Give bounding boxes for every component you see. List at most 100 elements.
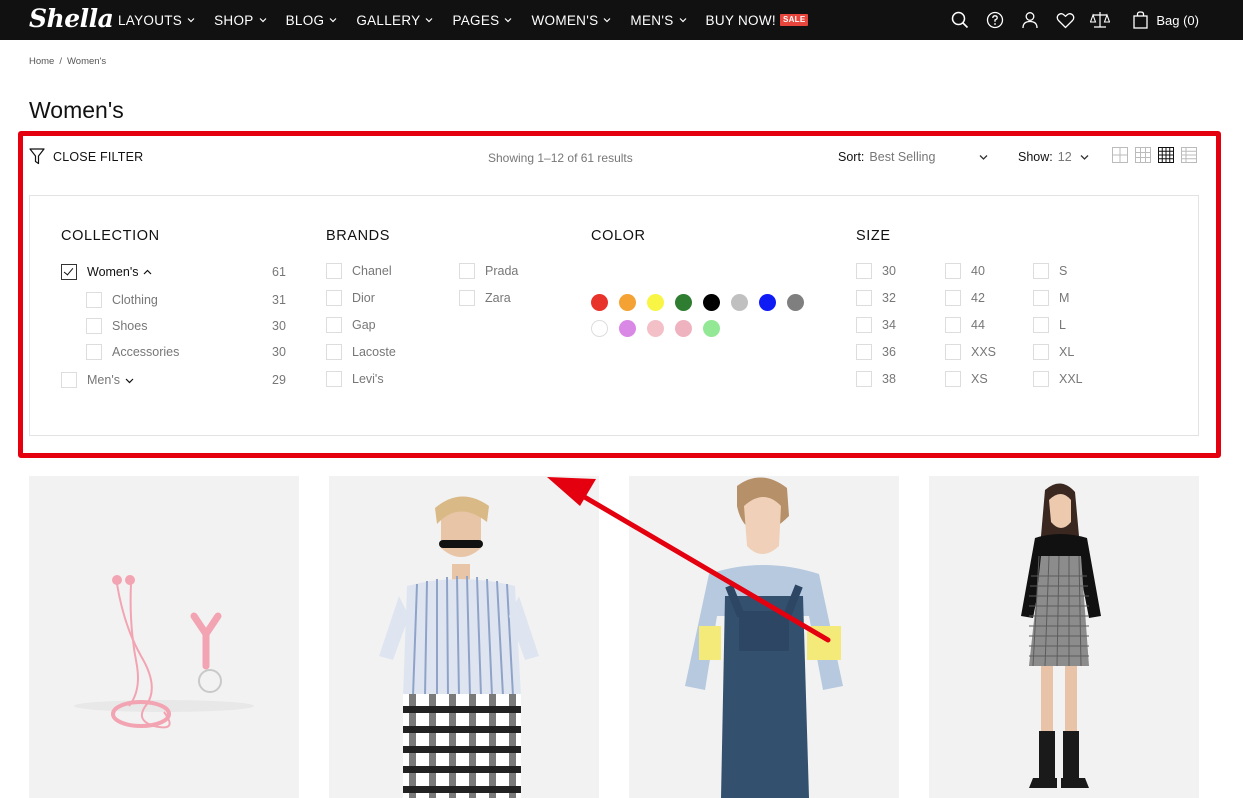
nav-pages[interactable]: PAGES: [452, 13, 512, 28]
filter-size-32[interactable]: 32: [856, 290, 896, 306]
checkbox[interactable]: [86, 344, 102, 360]
checkbox[interactable]: [1033, 344, 1049, 360]
breadcrumb-home[interactable]: Home: [29, 56, 54, 67]
sale-badge: SALE: [779, 14, 809, 26]
checkbox[interactable]: [1033, 290, 1049, 306]
checkbox[interactable]: [1033, 263, 1049, 279]
filter-size-m[interactable]: M: [1033, 290, 1069, 306]
filter-collection-clothing[interactable]: Clothing 31: [86, 292, 287, 308]
filter-size-44[interactable]: 44: [945, 317, 985, 333]
nav-mens[interactable]: MEN'S: [630, 13, 686, 28]
filter-size-42[interactable]: 42: [945, 290, 985, 306]
checkbox[interactable]: [326, 344, 342, 360]
filter-brand-lacoste[interactable]: Lacoste: [326, 344, 396, 360]
wishlist-icon[interactable]: [1055, 10, 1075, 30]
color-swatch[interactable]: [675, 320, 692, 337]
product-card-denim-overalls[interactable]: [629, 476, 899, 798]
color-swatch[interactable]: [703, 320, 720, 337]
checkbox[interactable]: [856, 317, 872, 333]
filter-brand-gap[interactable]: Gap: [326, 317, 376, 333]
checkbox[interactable]: [86, 318, 102, 334]
filter-brand-zara[interactable]: Zara: [459, 290, 511, 306]
filter-size-40[interactable]: 40: [945, 263, 985, 279]
checkbox[interactable]: [945, 290, 961, 306]
per-page-select[interactable]: Show: 12: [1018, 150, 1089, 164]
compare-icon[interactable]: [1090, 10, 1111, 30]
filter-option-label: Dior: [352, 291, 375, 305]
color-swatch[interactable]: [591, 320, 608, 337]
help-icon[interactable]: [985, 10, 1005, 30]
checkbox[interactable]: [61, 372, 77, 388]
nav-shop[interactable]: SHOP: [214, 13, 267, 28]
checkbox[interactable]: [945, 317, 961, 333]
grid-4-icon[interactable]: [1158, 147, 1174, 163]
filter-brand-levis[interactable]: Levi's: [326, 371, 384, 387]
search-icon[interactable]: [950, 10, 970, 30]
filter-size-36[interactable]: 36: [856, 344, 896, 360]
filter-size-38[interactable]: 38: [856, 371, 896, 387]
header-actions: Bag (0): [950, 0, 1243, 40]
grid-3-icon[interactable]: [1135, 147, 1151, 163]
checkbox[interactable]: [945, 344, 961, 360]
checkbox[interactable]: [326, 263, 342, 279]
checkbox-checked[interactable]: [61, 264, 77, 280]
bag-button[interactable]: Bag (0): [1133, 11, 1199, 29]
checkbox[interactable]: [856, 263, 872, 279]
color-swatch[interactable]: [759, 294, 776, 311]
shella-logo[interactable]: Shella: [29, 4, 114, 33]
account-icon[interactable]: [1020, 10, 1040, 30]
nav-layouts[interactable]: LAYOUTS: [118, 13, 195, 28]
checkbox[interactable]: [1033, 317, 1049, 333]
filter-brand-dior[interactable]: Dior: [326, 290, 375, 306]
color-swatch[interactable]: [591, 294, 608, 311]
filter-option-label: XXL: [1059, 372, 1083, 386]
filter-collection-mens[interactable]: Men's 29: [61, 372, 287, 388]
nav-buy-now[interactable]: BUY NOW! SALE: [706, 13, 809, 28]
color-swatch[interactable]: [619, 294, 636, 311]
grid-2-icon[interactable]: [1112, 147, 1128, 163]
filter-option-label: Shoes: [112, 319, 148, 333]
filter-size-l[interactable]: L: [1033, 317, 1066, 333]
product-card-earphones[interactable]: [29, 476, 299, 798]
product-card-checked-pinafore-dress[interactable]: [929, 476, 1199, 798]
checkbox[interactable]: [459, 290, 475, 306]
checkbox[interactable]: [459, 263, 475, 279]
checkbox[interactable]: [945, 371, 961, 387]
color-swatch[interactable]: [787, 294, 804, 311]
checkbox[interactable]: [86, 292, 102, 308]
filter-collection-accessories[interactable]: Accessories 30: [86, 344, 287, 360]
checkbox[interactable]: [856, 290, 872, 306]
color-swatch[interactable]: [703, 294, 720, 311]
checkbox[interactable]: [326, 290, 342, 306]
checkbox[interactable]: [856, 344, 872, 360]
color-swatch[interactable]: [731, 294, 748, 311]
close-filter-button[interactable]: CLOSE FILTER: [29, 148, 143, 165]
checkbox[interactable]: [326, 371, 342, 387]
filter-size-30[interactable]: 30: [856, 263, 896, 279]
nav-gallery[interactable]: GALLERY: [356, 13, 433, 28]
checkbox[interactable]: [1033, 371, 1049, 387]
filter-size-xxs[interactable]: XXS: [945, 344, 996, 360]
product-card-striped-shirt[interactable]: [329, 476, 599, 798]
filter-size-34[interactable]: 34: [856, 317, 896, 333]
filter-size-xl[interactable]: XL: [1033, 344, 1074, 360]
color-swatch[interactable]: [647, 294, 664, 311]
filter-collection-shoes[interactable]: Shoes 30: [86, 318, 287, 334]
color-swatch[interactable]: [647, 320, 664, 337]
checkbox[interactable]: [326, 317, 342, 333]
checkbox[interactable]: [945, 263, 961, 279]
filter-brand-chanel[interactable]: Chanel: [326, 263, 392, 279]
sort-select[interactable]: Sort: Best Selling: [838, 150, 988, 164]
filter-size-xxl[interactable]: XXL: [1033, 371, 1083, 387]
filter-option-label: 34: [882, 318, 896, 332]
checkbox[interactable]: [856, 371, 872, 387]
nav-blog[interactable]: BLOG: [286, 13, 338, 28]
color-swatch[interactable]: [675, 294, 692, 311]
filter-size-s[interactable]: S: [1033, 263, 1067, 279]
filter-brand-prada[interactable]: Prada: [459, 263, 518, 279]
filter-size-xs[interactable]: XS: [945, 371, 988, 387]
filter-collection-womens[interactable]: Women's 61: [61, 264, 287, 280]
color-swatch[interactable]: [619, 320, 636, 337]
list-view-icon[interactable]: [1181, 147, 1197, 163]
nav-womens[interactable]: WOMEN'S: [531, 13, 611, 28]
